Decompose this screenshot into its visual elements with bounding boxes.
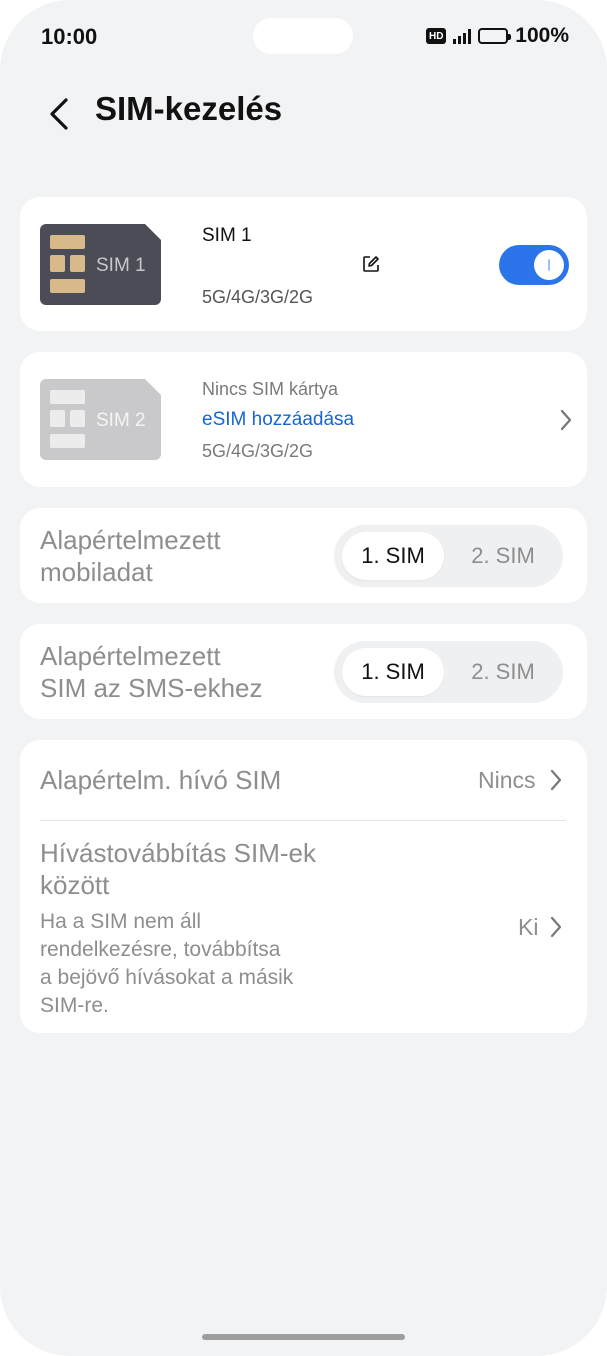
sim2-card-label: SIM 2 <box>96 410 146 431</box>
sim2-network: 5G/4G/3G/2G <box>202 441 314 461</box>
add-esim-link[interactable]: eSIM hozzáadása <box>202 409 354 431</box>
call-forwarding-desc-2: rendelkezésre, továbbítsa <box>40 938 281 961</box>
toggle-knob <box>534 250 564 280</box>
sim1-network: 5G/4G/3G/2G <box>202 287 314 307</box>
default-data-sim1[interactable]: 1. SIM <box>342 532 444 580</box>
calls-card: Alapértelm. hívó SIM Nincs Hívástovábbít… <box>20 740 587 1033</box>
sim1-toggle[interactable] <box>499 245 569 285</box>
signal-icon <box>453 28 472 44</box>
phone-screen: 10:00 HD 100% SIM-kezelés SIM 1 SIM 1 5G… <box>0 0 607 1356</box>
back-arrow-icon <box>50 98 68 130</box>
chevron-right-icon <box>550 769 562 791</box>
camera-pill <box>253 18 353 54</box>
default-call-sim-label: Alapértelm. hívó SIM <box>40 765 282 795</box>
hd-icon: HD <box>426 28 447 44</box>
default-data-row: Alapértelmezett mobiladat 1. SIM 2. SIM <box>20 508 587 603</box>
home-indicator[interactable] <box>202 1334 405 1340</box>
default-data-title-2: mobiladat <box>40 557 153 587</box>
call-forwarding-value: Ki <box>518 914 539 940</box>
status-icons: HD 100% <box>426 24 569 48</box>
default-data-sim2[interactable]: 2. SIM <box>452 532 554 580</box>
default-sms-row: Alapértelmezett SIM az SMS-ekhez 1. SIM … <box>20 624 587 719</box>
default-sms-title-2: SIM az SMS-ekhez <box>40 673 263 703</box>
default-data-title-1: Alapértelmezett <box>40 525 221 555</box>
default-call-sim-row[interactable]: Alapértelm. hívó SIM Nincs <box>20 740 587 820</box>
sim1-name: SIM 1 <box>202 225 252 246</box>
chevron-right-icon <box>560 409 572 431</box>
status-time: 10:00 <box>41 24 98 49</box>
default-sms-title-1: Alapértelmezett <box>40 641 221 671</box>
back-button[interactable] <box>40 94 80 134</box>
sim1-card[interactable]: SIM 1 SIM 1 5G/4G/3G/2G <box>20 197 587 331</box>
page-title: SIM-kezelés <box>95 90 283 127</box>
sim2-card[interactable]: SIM 2 Nincs SIM kártya eSIM hozzáadása 5… <box>20 352 587 487</box>
call-forwarding-row[interactable]: Hívástovábbítás SIM-ek között Ha a SIM n… <box>20 821 587 1033</box>
battery-percent: 100% <box>515 24 569 47</box>
chevron-right-icon <box>550 916 562 938</box>
edit-icon[interactable] <box>362 255 380 273</box>
default-sms-sim2[interactable]: 2. SIM <box>452 648 554 696</box>
default-sms-selector: 1. SIM 2. SIM <box>334 641 563 703</box>
call-forwarding-title-1: Hívástovábbítás SIM-ek <box>40 838 316 868</box>
default-data-selector: 1. SIM 2. SIM <box>334 525 563 587</box>
battery-icon <box>478 28 512 44</box>
sim2-status: Nincs SIM kártya <box>202 379 339 399</box>
call-forwarding-desc-1: Ha a SIM nem áll <box>40 910 202 933</box>
status-bar: 10:00 HD 100% <box>0 0 607 74</box>
call-forwarding-desc-4: SIM-re. <box>40 994 109 1017</box>
page-header: SIM-kezelés <box>0 80 607 140</box>
call-forwarding-title-2: között <box>40 870 110 900</box>
sim1-card-label: SIM 1 <box>96 255 146 276</box>
call-forwarding-desc-3: a bejövő hívásokat a másik <box>40 966 294 989</box>
default-call-sim-value: Nincs <box>478 767 536 793</box>
default-sms-sim1[interactable]: 1. SIM <box>342 648 444 696</box>
